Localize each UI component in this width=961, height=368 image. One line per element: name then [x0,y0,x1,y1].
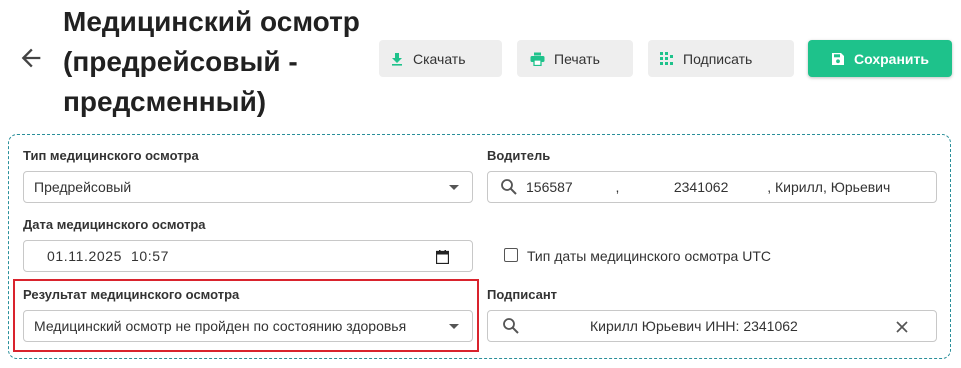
page-title: Медицинский осмотр (предрейсовый - предс… [63,6,360,117]
exam-date-input[interactable]: 01.11.2025 10:57 [23,240,473,272]
result-value: Медицинский осмотр не пройден по состоян… [34,318,407,334]
save-icon [832,52,844,65]
download-icon [392,52,402,66]
utc-checkbox[interactable] [504,248,518,262]
search-icon [501,179,517,195]
print-button-label: Печать [554,50,600,67]
exam-date-value: 01.11.2025 10:57 [47,248,170,264]
back-arrow-icon[interactable] [17,44,45,72]
signer-label: Подписант [487,287,558,302]
chevron-down-icon [449,324,459,329]
chevron-down-icon [449,185,459,190]
sign-button[interactable]: Подписать [648,40,794,77]
print-button[interactable]: Печать [517,40,633,77]
exam-type-value: Предрейсовый [34,179,132,195]
result-select[interactable]: Медицинский осмотр не пройден по состоян… [23,310,473,342]
utc-checkbox-label: Тип даты медицинского осмотра UTC [527,248,771,264]
search-icon [503,318,519,334]
driver-field[interactable]: 156587 , 2341062 , Кирилл, Юрьевич [487,171,937,203]
exam-type-select[interactable]: Предрейсовый [23,171,473,203]
save-button[interactable]: Сохранить [808,40,952,77]
calendar-icon[interactable] [436,250,449,264]
signer-field[interactable]: Кирилл Юрьевич ИНН: 2341062 [487,310,937,342]
download-button-label: Скачать [413,50,466,67]
exam-date-label: Дата медицинского осмотра [23,217,206,232]
exam-type-label: Тип медицинского осмотра [23,148,199,163]
printer-icon [530,52,545,66]
driver-value: 156587 , 2341062 , Кирилл, Юрьевич [526,179,891,195]
close-icon[interactable] [896,321,908,333]
signer-value: Кирилл Юрьевич ИНН: 2341062 [590,318,798,334]
save-button-label: Сохранить [854,50,929,67]
download-button[interactable]: Скачать [379,40,502,77]
sign-button-label: Подписать [683,50,753,67]
result-label: Результат медицинского осмотра [23,287,240,302]
qr-sign-icon [660,51,673,65]
driver-label: Водитель [487,148,551,163]
